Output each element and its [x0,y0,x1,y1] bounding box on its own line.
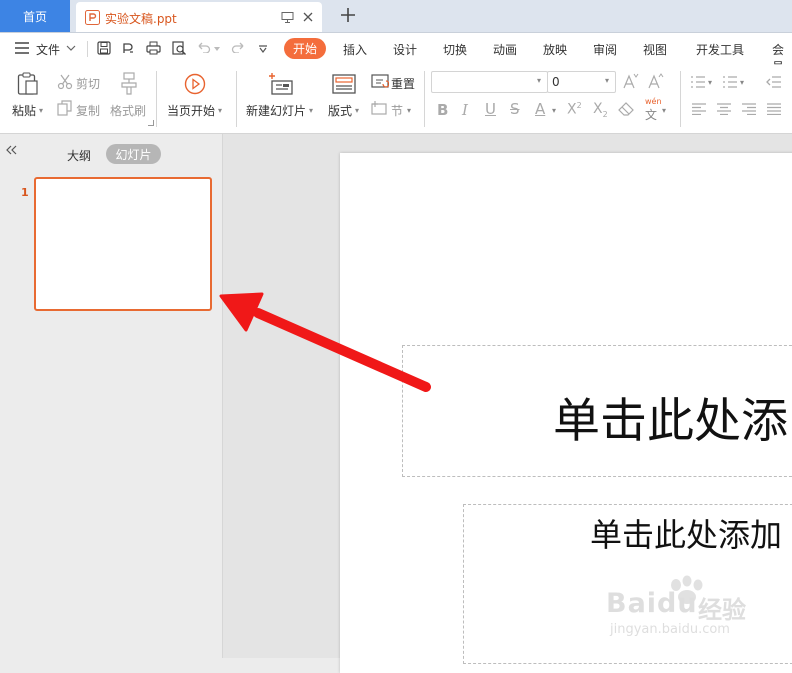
eraser-icon[interactable] [618,102,634,116]
undo-dropdown-icon[interactable] [214,47,220,51]
tab-slideshow[interactable]: 放映 [543,41,567,58]
align-center-icon[interactable] [717,103,731,115]
font-size-combo[interactable]: 0 ▾ [547,71,616,93]
font-name-combo[interactable]: ▾ [431,71,548,93]
paste-icon[interactable] [17,72,39,96]
outline-view-tab[interactable]: 大纲 [67,147,91,164]
chevron-down-icon[interactable] [66,45,76,51]
tab-view[interactable]: 视图 [643,41,667,58]
play-from-current-button[interactable]: 当页开始 [167,102,215,119]
ribbon: 粘贴 ▾ 剪切 复制 格式刷 当页开始 ▾ 新建幻灯片 ▾ 版式 ▾ 重置 节 … [0,65,792,134]
paste-dropdown-icon[interactable]: ▾ [39,106,43,115]
document-title: 实验文稿.ppt [105,12,177,26]
layout-dropdown-icon[interactable]: ▾ [355,106,359,115]
tab-insert[interactable]: 插入 [343,41,367,58]
bullet-dropdown-icon[interactable]: ▾ [708,78,712,87]
italic-icon[interactable]: I [462,101,468,119]
tab-start[interactable]: 开始 [284,38,326,59]
paste-button[interactable]: 粘贴 [12,102,36,119]
print-preview-icon[interactable] [172,41,187,55]
watermark-suffix: 经验 [698,596,746,624]
superscript-icon[interactable]: X2 [567,101,582,118]
print-icon[interactable] [146,41,161,55]
reset-button[interactable]: 重置 [391,75,415,92]
phonetic-guide-top: wén [645,97,662,106]
bold-icon[interactable]: B [437,101,448,119]
tab-developer[interactable]: 开发工具 [696,41,744,58]
subscript-icon[interactable]: X2 [593,101,608,119]
copy-button[interactable]: 复制 [76,102,100,119]
presentation-file-icon [85,10,100,25]
export-icon[interactable] [121,41,135,55]
presentation-mode-icon[interactable] [281,11,294,24]
play-dropdown-icon[interactable]: ▾ [218,106,222,115]
align-left-icon[interactable] [692,103,706,115]
font-size-dropdown-icon[interactable]: ▾ [605,76,609,85]
menu-file[interactable]: 文件 [36,41,60,58]
double-chevron-left-icon[interactable] [6,145,18,155]
tab-document[interactable]: 实验文稿.ppt [76,2,322,32]
redo-icon[interactable] [231,41,245,53]
tab-animations[interactable]: 动画 [493,41,517,58]
title-placeholder-text: 单击此处添 [553,394,788,449]
title-placeholder[interactable]: 单击此处添 [402,345,792,477]
tab-bar: 首页 实验文稿.ppt [0,0,792,33]
tab-home[interactable]: 首页 [0,0,70,32]
tab-review[interactable]: 审阅 [593,41,617,58]
font-color-icon[interactable]: A [535,100,545,118]
layout-icon[interactable] [332,74,356,94]
menu-row: 文件 开始 插入 设计 切换 动画 放映 审阅 视图 开发工具 会员 [0,33,792,74]
slide-thumbnail[interactable] [34,177,212,311]
close-icon[interactable] [302,11,314,23]
numbered-dropdown-icon[interactable]: ▾ [740,78,744,87]
new-slide-dropdown-icon[interactable]: ▾ [309,106,313,115]
reset-icon[interactable] [371,74,389,90]
phonetic-guide-icon[interactable]: 文 [645,106,657,123]
decrease-indent-icon[interactable] [766,75,782,89]
watermark-brand: Baidu [606,588,698,619]
new-slide-icon[interactable] [268,72,294,96]
tab-transitions[interactable]: 切换 [443,41,467,58]
save-icon[interactable] [97,41,111,55]
font-size-value: 0 [552,75,560,89]
layout-button[interactable]: 版式 [328,102,352,119]
underline-icon[interactable]: U [485,100,496,118]
numbered-list-icon[interactable] [722,75,738,89]
new-slide-button[interactable]: 新建幻灯片 [246,102,306,119]
section-button[interactable]: 节 [391,102,403,119]
slide-number: 1 [21,186,29,199]
subtitle-placeholder-text: 单击此处添加 [590,516,783,554]
format-painter-button[interactable]: 格式刷 [110,102,146,119]
hamburger-menu-icon[interactable] [15,42,29,54]
justify-icon[interactable] [767,103,781,115]
tab-design[interactable]: 设计 [393,41,417,58]
format-painter-icon[interactable] [119,72,139,96]
cut-button[interactable]: 剪切 [76,75,100,92]
bullet-list-icon[interactable] [690,75,706,89]
plus-icon[interactable] [340,7,356,23]
section-icon[interactable] [371,100,389,116]
watermark-url: jingyan.baidu.com [610,622,730,637]
increase-font-size-icon[interactable] [623,73,639,89]
slides-panel: 大纲 幻灯片 1 [0,134,223,658]
font-color-dropdown-icon[interactable]: ▾ [552,106,556,115]
baidu-watermark: Baidu 经验 jingyan.baidu.com [586,575,766,645]
customize-toolbar-icon[interactable] [258,45,268,53]
slides-view-tab[interactable]: 幻灯片 [106,144,161,164]
decrease-font-size-icon[interactable] [648,73,664,89]
scissors-icon[interactable] [57,74,73,90]
font-name-dropdown-icon[interactable]: ▾ [537,76,541,85]
align-right-icon[interactable] [742,103,756,115]
section-dropdown-icon[interactable]: ▾ [407,106,411,115]
undo-icon[interactable] [197,41,211,53]
clipboard-launcher-icon[interactable] [148,120,154,126]
strikethrough-icon[interactable]: S [510,100,520,118]
phonetic-dropdown-icon[interactable]: ▾ [662,106,666,115]
play-from-current-icon[interactable] [184,73,206,95]
copy-icon[interactable] [57,100,73,116]
